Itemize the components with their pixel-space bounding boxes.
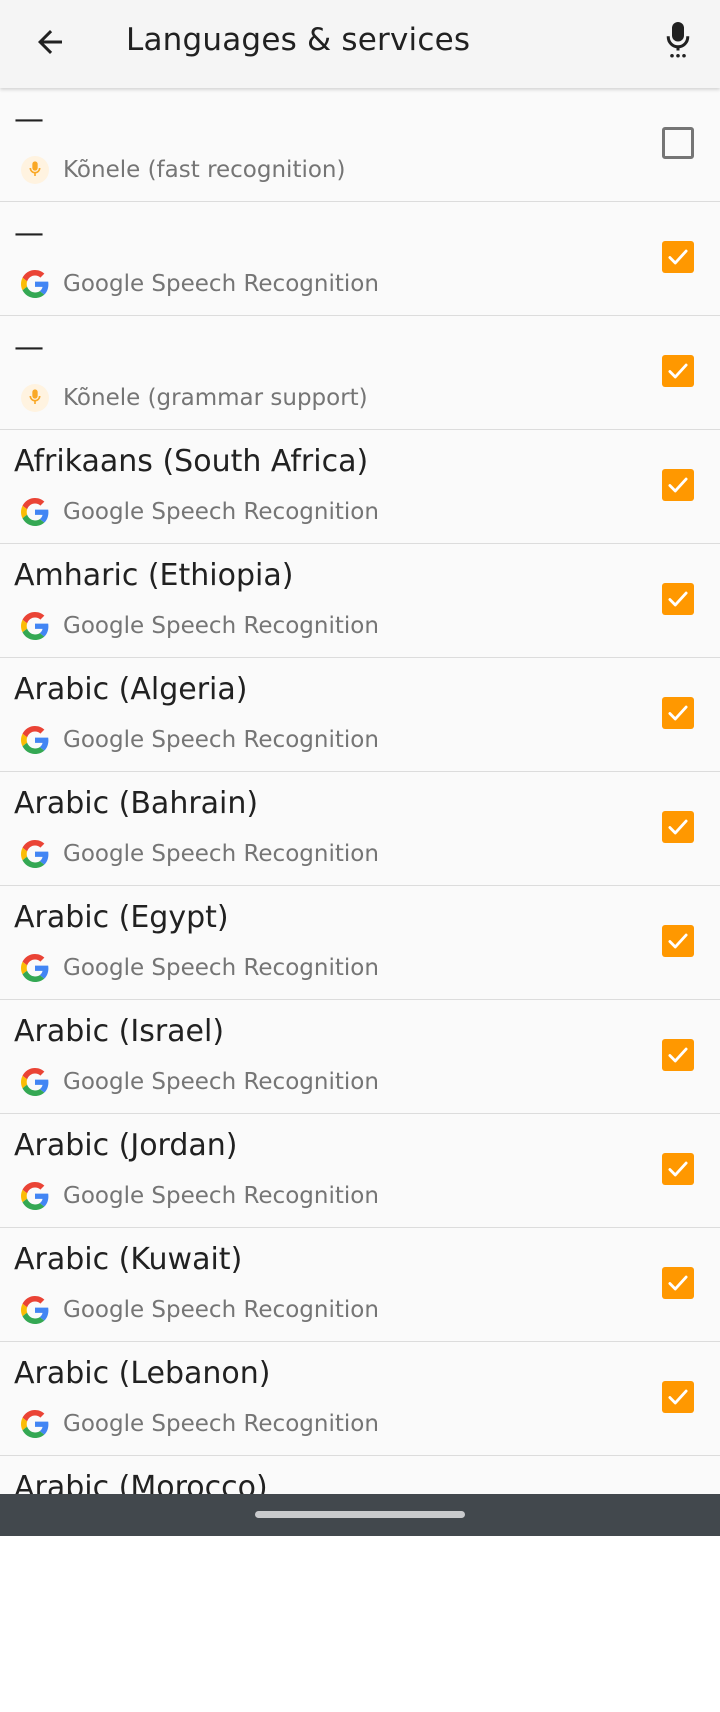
list-item[interactable]: Amharic (Ethiopia) Google Speech Recogni… bbox=[0, 544, 720, 658]
list-item[interactable]: Arabic (Algeria) Google Speech Recogniti… bbox=[0, 658, 720, 772]
google-g-icon bbox=[20, 725, 50, 755]
enabled-checkbox[interactable] bbox=[662, 925, 694, 957]
service-name: Google Speech Recognition bbox=[63, 1069, 379, 1095]
enabled-checkbox[interactable] bbox=[662, 127, 694, 159]
service-info: Kõnele (fast recognition) bbox=[20, 152, 345, 188]
service-name: Google Speech Recognition bbox=[63, 727, 379, 753]
service-name: Google Speech Recognition bbox=[63, 613, 379, 639]
konele-mic-icon bbox=[20, 383, 50, 413]
list-item[interactable]: Arabic (Morocco) Google Speech Recogniti… bbox=[0, 1456, 720, 1494]
service-info: Google Speech Recognition bbox=[20, 722, 379, 758]
voice-input-button[interactable] bbox=[650, 12, 706, 68]
checkmark-icon bbox=[668, 477, 688, 493]
service-info: Google Speech Recognition bbox=[20, 1178, 379, 1214]
service-info: Google Speech Recognition bbox=[20, 836, 379, 872]
toolbar: Languages & services bbox=[0, 0, 720, 88]
mic-icon bbox=[666, 22, 690, 58]
list-item[interactable]: Arabic (Lebanon) Google Speech Recogniti… bbox=[0, 1342, 720, 1456]
service-info: Kõnele (grammar support) bbox=[20, 380, 368, 416]
service-info: Google Speech Recognition bbox=[20, 950, 379, 986]
checkmark-icon bbox=[668, 249, 688, 265]
service-info: Google Speech Recognition bbox=[20, 608, 379, 644]
service-name: Google Speech Recognition bbox=[63, 1297, 379, 1323]
konele-mic-icon bbox=[20, 155, 50, 185]
service-name: Google Speech Recognition bbox=[63, 271, 379, 297]
google-g-icon bbox=[20, 839, 50, 869]
language-name: Arabic (Morocco) bbox=[14, 1470, 268, 1494]
language-name: Arabic (Bahrain) bbox=[14, 786, 259, 821]
language-name: Arabic (Israel) bbox=[14, 1014, 225, 1049]
back-button[interactable] bbox=[22, 14, 78, 70]
checkmark-icon bbox=[668, 1275, 688, 1291]
enabled-checkbox[interactable] bbox=[662, 241, 694, 273]
google-g-icon bbox=[20, 1295, 50, 1325]
service-name: Google Speech Recognition bbox=[63, 841, 379, 867]
enabled-checkbox[interactable] bbox=[662, 1381, 694, 1413]
service-name: Google Speech Recognition bbox=[63, 955, 379, 981]
checkmark-icon bbox=[668, 819, 688, 835]
google-g-icon bbox=[20, 611, 50, 641]
checkmark-icon bbox=[668, 363, 688, 379]
list-item[interactable]: Arabic (Egypt) Google Speech Recognition bbox=[0, 886, 720, 1000]
service-info: Google Speech Recognition bbox=[20, 494, 379, 530]
list-item[interactable]: Arabic (Jordan) Google Speech Recognitio… bbox=[0, 1114, 720, 1228]
arrow-back-icon bbox=[38, 30, 62, 54]
google-g-icon bbox=[20, 269, 50, 299]
service-info: Google Speech Recognition bbox=[20, 266, 379, 302]
checkmark-icon bbox=[668, 933, 688, 949]
enabled-checkbox[interactable] bbox=[662, 811, 694, 843]
checkmark-icon bbox=[668, 591, 688, 607]
enabled-checkbox[interactable] bbox=[662, 355, 694, 387]
home-gesture-handle[interactable] bbox=[255, 1511, 465, 1518]
language-name: — bbox=[14, 216, 44, 251]
service-name: Kõnele (fast recognition) bbox=[63, 157, 346, 183]
list-item[interactable]: — Google Speech Recognition bbox=[0, 202, 720, 316]
list-item[interactable]: — Kõnele (grammar support) bbox=[0, 316, 720, 430]
enabled-checkbox[interactable] bbox=[662, 1267, 694, 1299]
list-item[interactable]: Arabic (Kuwait) Google Speech Recognitio… bbox=[0, 1228, 720, 1342]
page-title: Languages & services bbox=[126, 22, 471, 58]
language-name: Amharic (Ethiopia) bbox=[14, 558, 294, 593]
enabled-checkbox[interactable] bbox=[662, 469, 694, 501]
language-name: — bbox=[14, 102, 44, 137]
service-info: Google Speech Recognition bbox=[20, 1292, 379, 1328]
language-name: Arabic (Algeria) bbox=[14, 672, 248, 707]
list-item[interactable]: — Kõnele (fast recognition) bbox=[0, 88, 720, 202]
language-name: Arabic (Lebanon) bbox=[14, 1356, 271, 1391]
google-g-icon bbox=[20, 953, 50, 983]
google-g-icon bbox=[20, 1409, 50, 1439]
list-item[interactable]: Afrikaans (South Africa) Google Speech R… bbox=[0, 430, 720, 544]
language-name: — bbox=[14, 330, 44, 365]
google-g-icon bbox=[20, 1067, 50, 1097]
checkmark-icon bbox=[668, 1161, 688, 1177]
enabled-checkbox[interactable] bbox=[662, 1039, 694, 1071]
app-screen: Languages & services — Kõnele (fast reco… bbox=[0, 0, 720, 1494]
language-name: Arabic (Jordan) bbox=[14, 1128, 238, 1163]
language-list: — Kõnele (fast recognition) — Google Spe… bbox=[0, 88, 720, 1494]
language-name: Arabic (Egypt) bbox=[14, 900, 229, 935]
service-name: Google Speech Recognition bbox=[63, 1183, 379, 1209]
enabled-checkbox[interactable] bbox=[662, 697, 694, 729]
language-name: Afrikaans (South Africa) bbox=[14, 444, 369, 479]
enabled-checkbox[interactable] bbox=[662, 1153, 694, 1185]
list-item[interactable]: Arabic (Israel) Google Speech Recognitio… bbox=[0, 1000, 720, 1114]
checkmark-icon bbox=[668, 705, 688, 721]
google-g-icon bbox=[20, 497, 50, 527]
google-g-icon bbox=[20, 1181, 50, 1211]
service-info: Google Speech Recognition bbox=[20, 1406, 379, 1442]
service-name: Kõnele (grammar support) bbox=[63, 385, 368, 411]
language-name: Arabic (Kuwait) bbox=[14, 1242, 243, 1277]
enabled-checkbox[interactable] bbox=[662, 583, 694, 615]
service-name: Google Speech Recognition bbox=[63, 1411, 379, 1437]
service-name: Google Speech Recognition bbox=[63, 499, 379, 525]
list-item[interactable]: Arabic (Bahrain) Google Speech Recogniti… bbox=[0, 772, 720, 886]
checkmark-icon bbox=[668, 1047, 688, 1063]
system-navigation-bar bbox=[0, 1494, 720, 1536]
checkmark-icon bbox=[668, 1389, 688, 1405]
service-info: Google Speech Recognition bbox=[20, 1064, 379, 1100]
